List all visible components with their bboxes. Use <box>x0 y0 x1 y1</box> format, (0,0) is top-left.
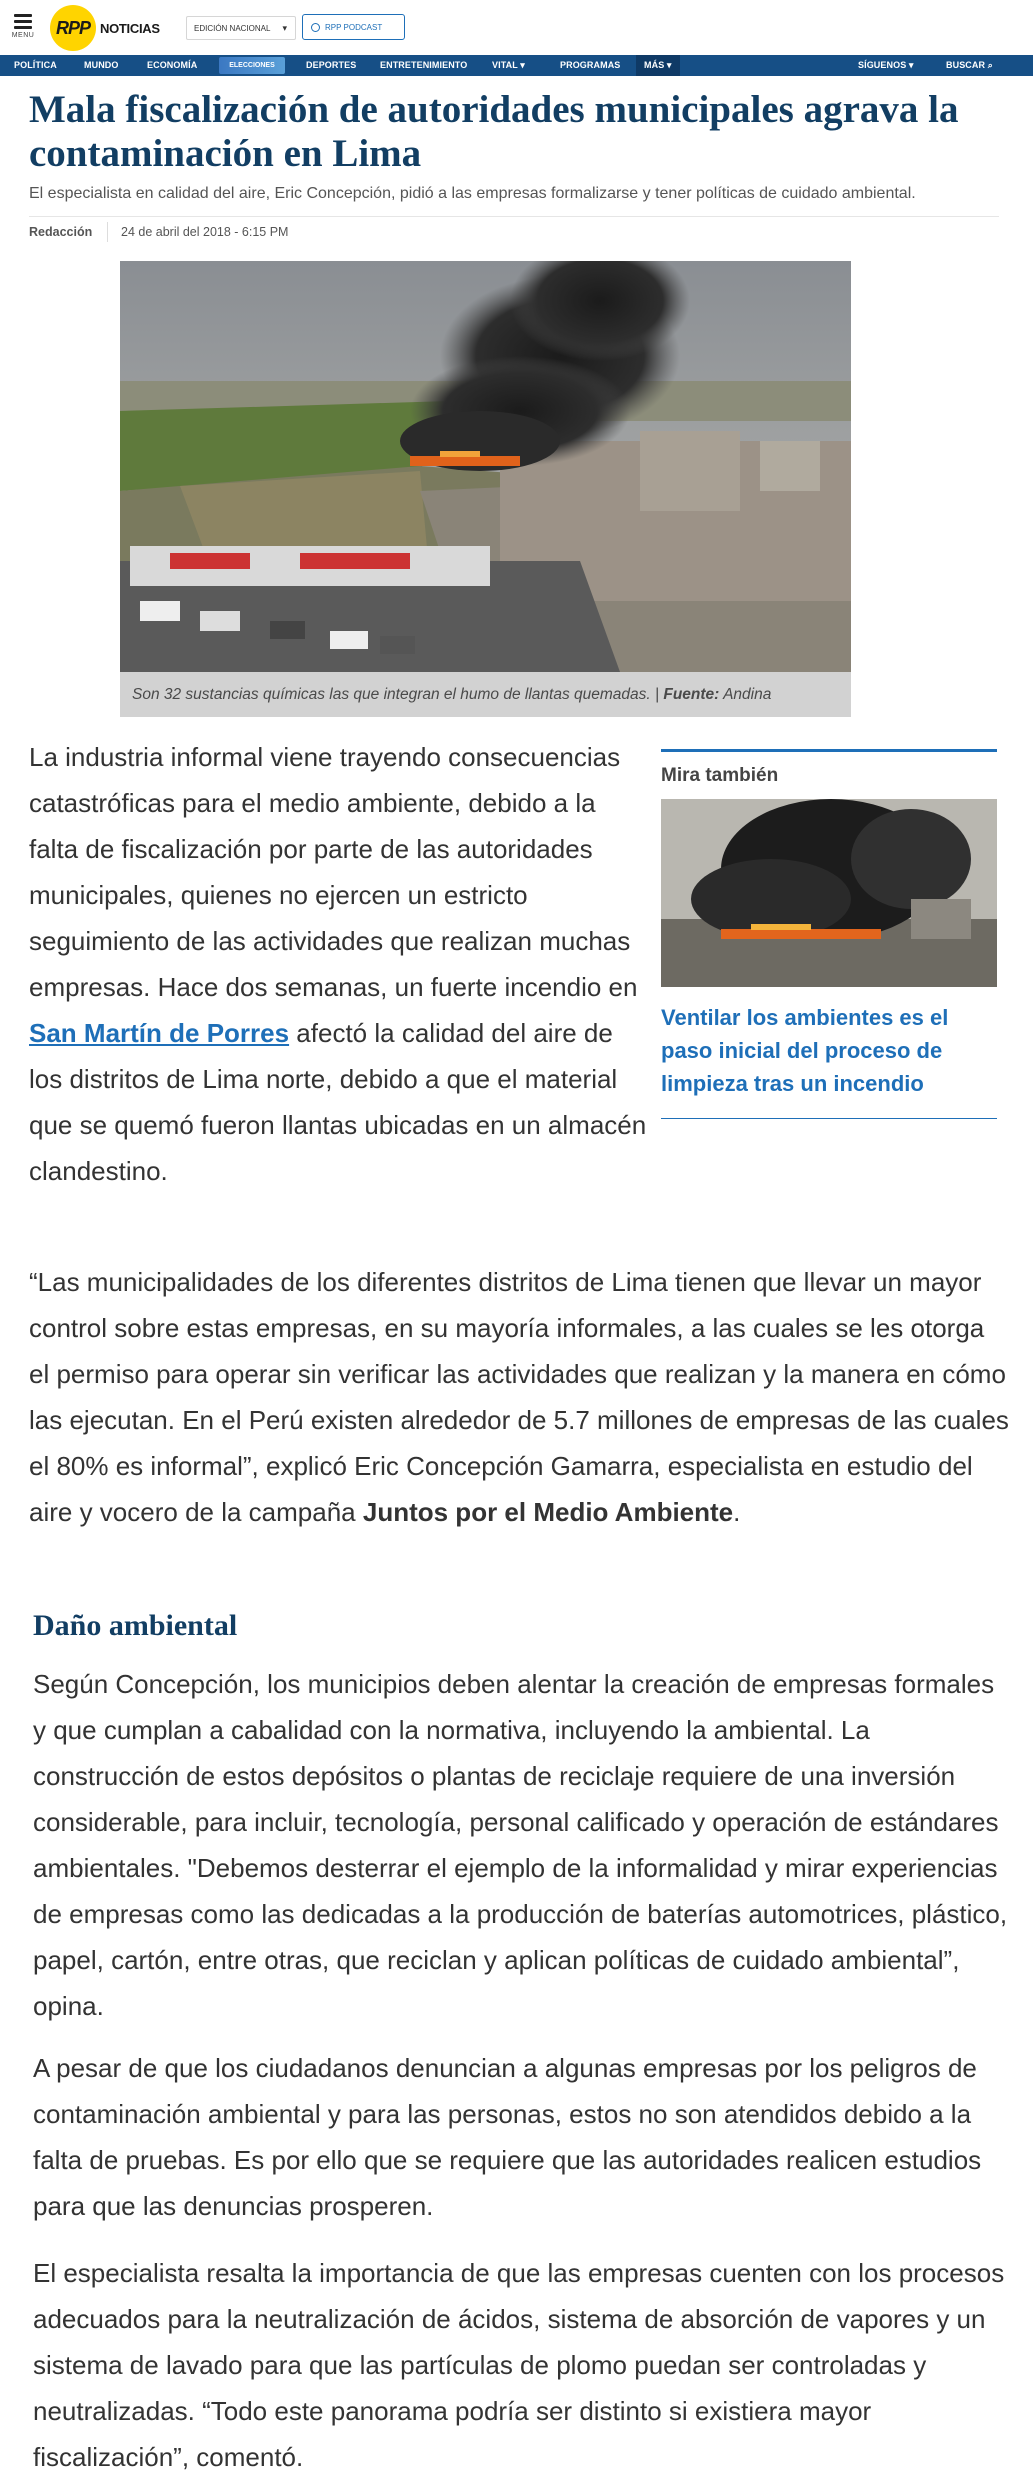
nav-item-elecciones[interactable]: ELECCIONES <box>219 57 285 74</box>
article-author[interactable]: Redacción <box>29 225 92 239</box>
chevron-down-icon: ▾ <box>908 60 914 70</box>
edition-label: EDICIÓN NACIONAL <box>194 23 271 33</box>
hamburger-icon <box>14 14 32 17</box>
podcast-button[interactable]: RPP PODCAST <box>302 14 405 40</box>
article-paragraph-5: El especialista resalta la importancia d… <box>33 2258 1005 2472</box>
search-icon: ⌕ <box>987 60 993 70</box>
article-subtitle: El especialista en calidad del aire, Eri… <box>29 185 916 202</box>
podcast-label: RPP PODCAST <box>325 22 383 32</box>
byline-separator <box>107 222 108 242</box>
article-paragraph-1: La industria informal viene trayendo con… <box>29 734 649 1194</box>
rpp-logo-mark: RPP <box>50 5 96 51</box>
caption-text: Son 32 sustancias químicas las que integ… <box>132 686 660 703</box>
article-paragraph-3: Según Concepción, los municipios deben a… <box>33 1669 1008 2021</box>
caption-source-label: Fuente: <box>663 686 720 703</box>
section-heading: Daño ambiental <box>33 1609 238 1642</box>
hamburger-icon-bar <box>14 26 32 29</box>
byline-divider <box>29 216 999 217</box>
nav-item-buscar[interactable]: BUSCAR ⌕ <box>946 55 993 76</box>
hamburger-icon-bar <box>14 20 32 23</box>
edition-select[interactable]: EDICIÓN NACIONAL ▾ <box>186 16 296 40</box>
related-title-link[interactable]: Ventilar los ambientes es el paso inicia… <box>661 1001 997 1100</box>
photo-caption: Son 32 sustancias químicas las que integ… <box>120 672 851 717</box>
related-heading: Mira también <box>661 765 779 786</box>
nav-item-politica[interactable]: POLÍTICA <box>14 55 57 76</box>
chevron-down-icon: ▾ <box>282 23 287 33</box>
menu-button[interactable]: MENU <box>10 12 36 46</box>
nav-item-mundo[interactable]: MUNDO <box>84 55 119 76</box>
related-image[interactable] <box>661 799 997 987</box>
nav-item-mas[interactable]: MÁS ▾ <box>636 55 680 76</box>
related-fire-image <box>661 799 997 987</box>
site-header: MENU RPP NOTICIAS EDICIÓN NACIONAL ▾ RPP… <box>0 0 1033 55</box>
chevron-down-icon: ▾ <box>666 60 672 70</box>
chevron-down-icon: ▾ <box>520 60 525 70</box>
fire-scene-image <box>120 261 851 672</box>
logo-text: NOTICIAS <box>100 20 160 36</box>
nav-item-deportes[interactable]: DEPORTES <box>306 55 356 76</box>
nav-item-siguenos[interactable]: SÍGUENOS ▾ <box>858 55 914 76</box>
site-logo[interactable]: RPP NOTICIAS <box>50 5 160 51</box>
nav-item-programas[interactable]: PROGRAMAS <box>560 55 620 76</box>
nav-item-entretenimiento[interactable]: ENTRETENIMIENTO <box>380 55 467 76</box>
article-date: 24 de abril del 2018 - 6:15 PM <box>121 225 289 239</box>
article-paragraph-2: “Las municipalidades de los diferentes d… <box>29 1259 1009 1535</box>
nav-buscar-label: BUSCAR <box>946 60 986 70</box>
p1-text-before: La industria informal viene trayendo con… <box>29 742 638 1002</box>
nav-item-economia[interactable]: ECONOMÍA <box>147 55 197 76</box>
article-title: Mala fiscalización de autoridades munici… <box>29 88 959 175</box>
menu-label: MENU <box>11 32 35 39</box>
san-martin-link[interactable]: San Martín de Porres <box>29 1018 289 1048</box>
related-box: Mira también Ventilar los ambientes es e… <box>661 749 997 1100</box>
p2-text-before: “Las municipalidades de los diferentes d… <box>29 1267 1009 1527</box>
main-nav: POLÍTICA MUNDO ECONOMÍA ELECCIONES DEPOR… <box>0 55 1033 76</box>
nav-siguenos-label: SÍGUENOS <box>858 60 907 70</box>
p2-text-after: . <box>733 1497 741 1527</box>
related-bottom-rule <box>661 1118 997 1119</box>
nav-item-vital[interactable]: VITAL ▾ <box>492 55 525 76</box>
article-main-photo <box>120 261 851 672</box>
nav-vital-label: VITAL <box>492 60 518 70</box>
article-paragraph-4: A pesar de que los ciudadanos denuncian … <box>33 2053 982 2221</box>
podcast-icon <box>311 22 320 32</box>
nav-mas-label: MÁS <box>644 60 665 70</box>
caption-source: Andina <box>723 686 772 703</box>
campaign-name: Juntos por el Medio Ambiente <box>362 1497 734 1527</box>
elecciones-label: ELECCIONES <box>229 62 275 69</box>
